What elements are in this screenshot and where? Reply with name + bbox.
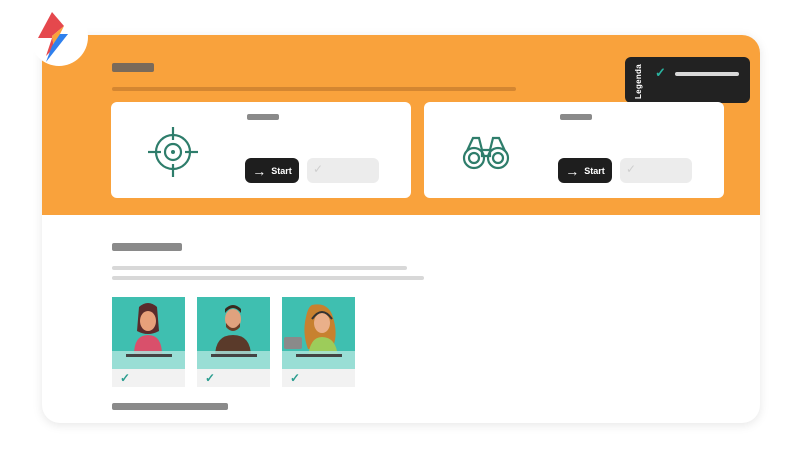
legend-label: Legenda <box>634 64 643 99</box>
section-text-placeholder <box>112 276 424 280</box>
check-icon: ✓ <box>626 162 637 176</box>
avatar-card[interactable]: ✓ <box>282 297 355 387</box>
arrow-right-icon: → <box>565 162 580 179</box>
check-icon: ✓ <box>120 371 131 385</box>
check-icon: ✓ <box>313 162 324 176</box>
mode-card-target: → Start ✓ <box>111 102 411 198</box>
brand-logo <box>30 8 88 66</box>
binoculars-icon <box>462 136 510 170</box>
hero-subtitle-placeholder <box>112 87 516 91</box>
legend-panel[interactable]: Legenda ✓ <box>625 57 750 103</box>
mode-card-binoculars: → Start ✓ <box>424 102 724 198</box>
mode-title-placeholder <box>560 114 592 120</box>
start-button[interactable]: → Start <box>245 158 299 183</box>
target-icon <box>148 127 198 177</box>
check-icon: ✓ <box>655 65 666 80</box>
arrow-right-icon: → <box>252 162 267 179</box>
completed-button[interactable]: ✓ <box>620 158 692 183</box>
check-icon: ✓ <box>290 371 301 385</box>
section-title-placeholder <box>112 243 182 251</box>
app-window: Legenda ✓ → Start ✓ → Start ✓ ✓ ✓ ✓ <box>42 35 760 423</box>
start-button[interactable]: → Start <box>558 158 612 183</box>
legend-item-placeholder <box>675 72 739 76</box>
completed-button[interactable]: ✓ <box>307 158 379 183</box>
start-button-label: Start <box>584 165 605 176</box>
avatar-card[interactable]: ✓ <box>197 297 270 387</box>
section-text-placeholder <box>112 266 407 270</box>
mode-title-placeholder <box>247 114 279 120</box>
hero-banner: Legenda ✓ → Start ✓ → Start ✓ <box>42 35 760 215</box>
avatar-man-icon <box>197 297 270 369</box>
avatar-card[interactable]: ✓ <box>112 297 185 387</box>
footer-text-placeholder <box>112 403 228 410</box>
start-button-label: Start <box>271 165 292 176</box>
avatar-headset-woman-icon <box>282 297 355 369</box>
check-icon: ✓ <box>205 371 216 385</box>
lightning-logo-icon <box>38 12 68 62</box>
hero-title-placeholder <box>112 63 154 72</box>
avatar-woman-icon <box>112 297 185 369</box>
